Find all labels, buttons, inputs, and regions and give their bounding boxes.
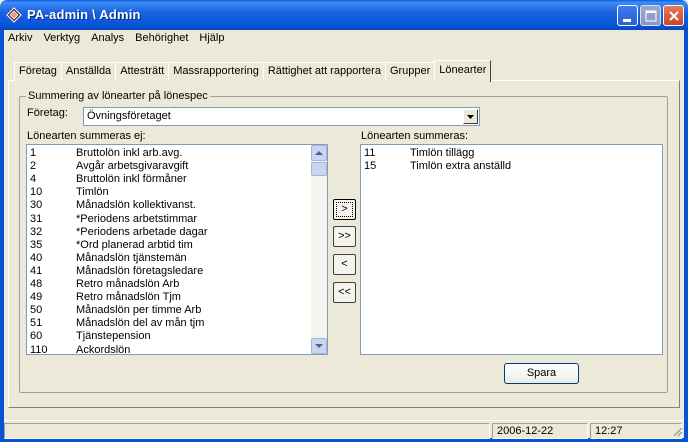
list-item-name: *Periodens arbetade dagar bbox=[76, 225, 208, 238]
menu-analys[interactable]: Analys bbox=[86, 30, 130, 48]
list-item-name: Månadslön företagsledare bbox=[76, 264, 204, 277]
move-all-right-button[interactable]: >> bbox=[333, 226, 356, 247]
list-item-code: 60 bbox=[30, 330, 43, 343]
scroll-thumb[interactable] bbox=[311, 162, 327, 176]
maximize-icon bbox=[645, 10, 657, 22]
list-item-code: 35 bbox=[30, 238, 43, 251]
list-item-name: Månadslön del av mån tjm bbox=[76, 317, 205, 330]
list-item-name: Bruttolön inkl förmåner bbox=[76, 173, 187, 186]
list-item-name: Retro månadslön Arb bbox=[76, 278, 180, 290]
window-frame-right bbox=[684, 30, 688, 442]
tab-attestratt[interactable]: Attesträtt bbox=[115, 62, 170, 81]
move-left-button[interactable]: < bbox=[333, 254, 356, 275]
list-item-code: 10 bbox=[30, 186, 43, 199]
list-item-name: Timlön bbox=[76, 186, 109, 199]
list-item-code: 2 bbox=[30, 160, 37, 173]
summed-label: Lönearten summeras: bbox=[361, 130, 468, 142]
window-title: PA-admin \ Admin bbox=[27, 7, 141, 22]
list-item-code: 1 bbox=[30, 147, 37, 159]
resize-grip-icon[interactable] bbox=[671, 425, 683, 437]
list-item-name: Månadslön per timme Arb bbox=[76, 304, 202, 317]
status-date: 2006-12-22 bbox=[492, 423, 588, 439]
arrow-up-icon bbox=[315, 151, 323, 155]
list-item-name: Timlön extra anställd bbox=[410, 160, 512, 173]
save-button[interactable]: Spara bbox=[504, 363, 579, 384]
list-item-name: Timlön tillägg bbox=[410, 147, 475, 159]
summed-listbox[interactable]: 11 Timlön tillägg 15 Timlön extra anställd bbox=[360, 144, 663, 355]
not-summed-scrollbar[interactable] bbox=[311, 145, 327, 354]
menu-hjalp[interactable]: Hjälp bbox=[194, 30, 230, 48]
tab-anstallda[interactable]: Anställda bbox=[60, 62, 117, 81]
company-label: Företag: bbox=[27, 107, 68, 119]
groupbox-title: Summering av lönearter på lönespec bbox=[26, 90, 210, 102]
tab-foretag[interactable]: Företag bbox=[14, 62, 62, 81]
list-item-name: *Periodens arbetstimmar bbox=[76, 212, 198, 225]
list-item-code: 11 bbox=[364, 147, 376, 159]
arrow-down-icon bbox=[315, 344, 323, 348]
company-select-dropdown-button[interactable] bbox=[463, 109, 478, 124]
close-icon bbox=[669, 11, 679, 21]
title-bar[interactable]: PA-admin \ Admin bbox=[0, 0, 688, 30]
list-item-name: Tjänstepension bbox=[76, 330, 151, 343]
maximize-button[interactable] bbox=[640, 5, 661, 26]
tab-lonearter[interactable]: Lönearter bbox=[434, 60, 492, 82]
list-item-code: 50 bbox=[30, 304, 43, 317]
tab-rattighet-att-rapportera[interactable]: Rättighet att rapportera bbox=[262, 62, 386, 81]
menu-arkiv[interactable]: Arkiv bbox=[3, 30, 38, 48]
list-item-code: 40 bbox=[30, 251, 43, 264]
move-all-left-button[interactable]: << bbox=[333, 282, 356, 303]
menu-verktyg[interactable]: Verktyg bbox=[38, 30, 86, 48]
list-item-code: 41 bbox=[30, 264, 43, 277]
list-item-name: *Ord planerad arbtid tim bbox=[76, 238, 193, 251]
scroll-down-button[interactable] bbox=[311, 338, 327, 354]
menu-behorighet[interactable]: Behörighet bbox=[130, 30, 194, 48]
scroll-up-button[interactable] bbox=[311, 145, 327, 161]
list-item-name: Bruttolön inkl arb.avg. bbox=[76, 147, 183, 159]
tab-grupper[interactable]: Grupper bbox=[384, 62, 436, 81]
move-right-button[interactable]: > bbox=[333, 199, 356, 220]
list-item-code: 32 bbox=[30, 225, 43, 238]
not-summed-label: Lönearten summeras ej: bbox=[27, 130, 146, 142]
not-summed-listbox[interactable]: 1 Bruttolön inkl arb.avg. 2 Avgår arbetsgiv… bbox=[26, 144, 328, 355]
list-item-code: 30 bbox=[30, 199, 43, 212]
list-item-code: 49 bbox=[30, 291, 43, 304]
chevron-down-icon bbox=[467, 115, 474, 119]
minimize-button[interactable] bbox=[617, 5, 638, 26]
status-message-cell bbox=[4, 423, 490, 439]
tab-massrapportering[interactable]: Massrapportering bbox=[168, 62, 264, 81]
list-item-name: Avgår arbetsgivaravgift bbox=[76, 160, 189, 173]
status-bar: 2006-12-22 12:27 bbox=[4, 420, 684, 439]
tab-strip: Företag Anställda Attesträtt Massrapport… bbox=[14, 60, 492, 82]
list-item-code: 48 bbox=[30, 278, 43, 290]
list-item-code: 15 bbox=[364, 160, 377, 173]
list-item-name: Retro månadslön Tjm bbox=[76, 291, 181, 304]
list-item-code: 4 bbox=[30, 173, 37, 186]
window-frame-left bbox=[0, 30, 4, 442]
list-item-code: 51 bbox=[30, 317, 43, 330]
list-item-name: Månadslön kollektivanst. bbox=[76, 199, 196, 212]
close-button[interactable] bbox=[663, 5, 684, 26]
list-item-name: Månadslön tjänstemän bbox=[76, 251, 187, 264]
menu-bar: Arkiv Verktyg Analys Behörighet Hjälp bbox=[0, 30, 688, 48]
company-select-value: Övningsföretaget bbox=[87, 110, 171, 122]
list-item-name: Ackordslön bbox=[76, 343, 131, 355]
list-item-code: 31 bbox=[30, 212, 43, 225]
app-diamond-icon bbox=[6, 7, 22, 23]
status-time: 12:27 bbox=[590, 423, 682, 439]
minimize-icon bbox=[623, 19, 631, 22]
list-item-code: 110 bbox=[30, 343, 48, 355]
company-select[interactable]: Övningsföretaget bbox=[83, 107, 480, 126]
